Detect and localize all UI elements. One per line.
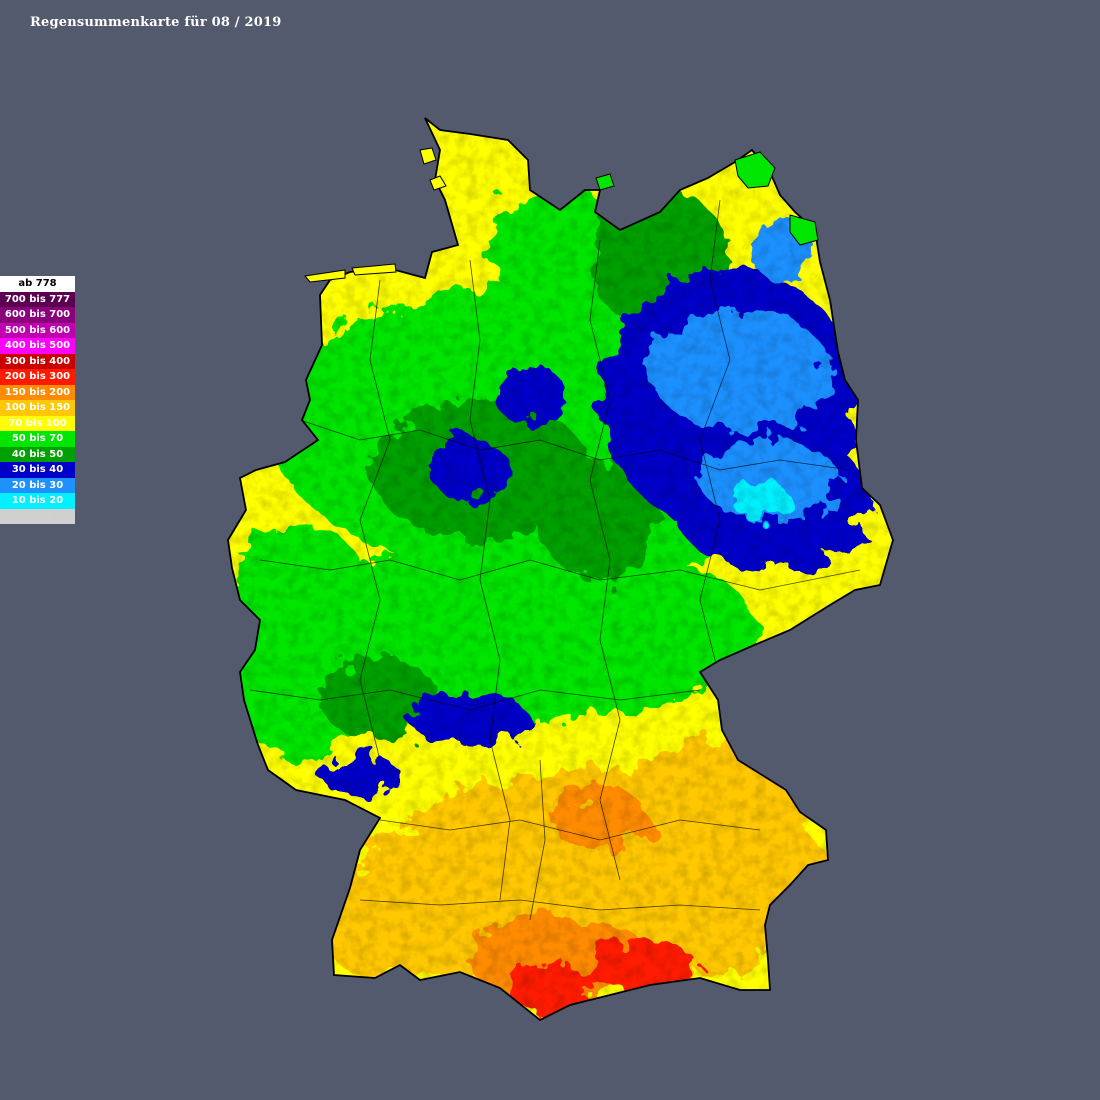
germany-rain-map <box>0 0 1100 1100</box>
map-svg <box>227 117 894 1021</box>
north-sea-islands <box>304 147 447 283</box>
